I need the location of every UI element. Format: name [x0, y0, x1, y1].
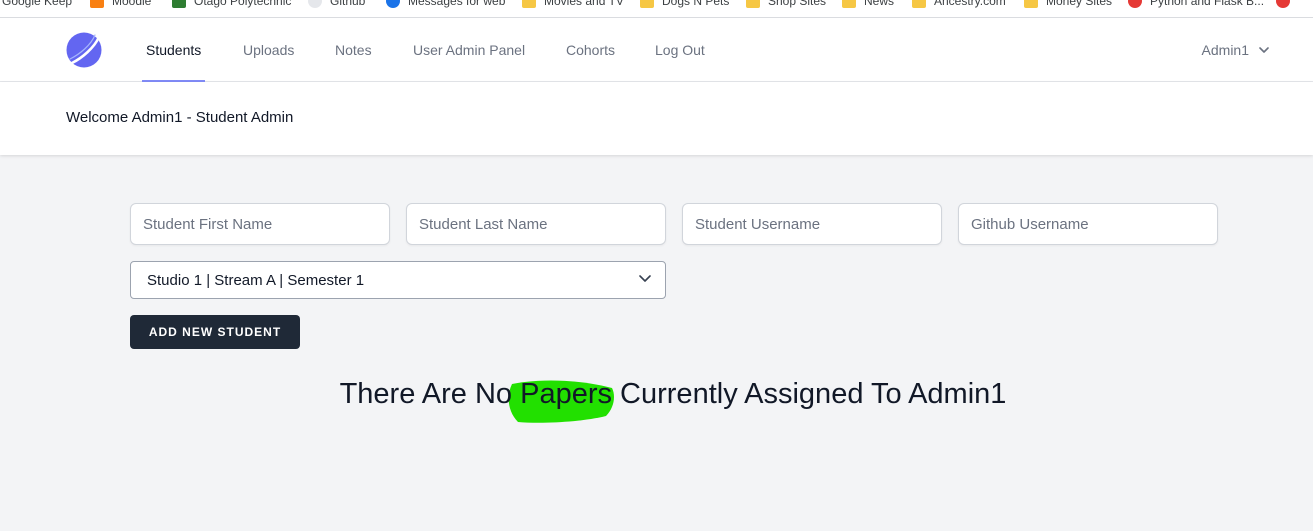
- no-papers-message: There Are No Papers Currently Assigned T…: [339, 378, 1007, 410]
- bookmark-label: Moodle: [112, 0, 152, 8]
- bookmark-folder-ancestry[interactable]: Ancestry.com: [912, 0, 1006, 9]
- bookmark-label: Money Sites: [1046, 0, 1113, 8]
- page-header: Welcome Admin1 - Student Admin: [0, 82, 1313, 155]
- bookmark-label: Ancestry.com: [934, 0, 1006, 8]
- bookmark-python-flask[interactable]: Python and Flask B...: [1128, 0, 1264, 9]
- bookmark-label: Otago Polytechnic: [194, 0, 292, 8]
- chevron-down-icon: [1259, 47, 1269, 53]
- bookmarks-bar: Google Keep Moodle Otago Polytechnic Git…: [0, 0, 1313, 18]
- bookmark-folder-movies[interactable]: Movies and TV: [522, 0, 624, 9]
- otago-icon: [172, 0, 186, 8]
- bookmark-label: Shop Sites: [768, 0, 827, 8]
- username-input[interactable]: [682, 203, 942, 245]
- cohort-select[interactable]: Studio 1 | Stream A | Semester 1: [130, 261, 666, 299]
- top-navbar: Students Uploads Notes User Admin Panel …: [0, 18, 1313, 82]
- bookmark-label: News: [864, 0, 895, 8]
- last-name-input[interactable]: [406, 203, 666, 245]
- github-username-input[interactable]: [958, 203, 1218, 245]
- folder-icon: [1024, 0, 1038, 8]
- bookmark-folder-shop[interactable]: Shop Sites: [746, 0, 826, 9]
- moodle-icon: [90, 0, 104, 8]
- nav-log-out[interactable]: Log Out: [655, 18, 705, 82]
- page-title: Welcome Admin1 - Student Admin: [66, 109, 294, 126]
- first-name-input[interactable]: [130, 203, 390, 245]
- nav-cohorts[interactable]: Cohorts: [566, 18, 615, 82]
- bookmark-icon: [1276, 0, 1290, 8]
- folder-icon: [522, 0, 536, 8]
- bookmark-label: Dogs N Pets: [662, 0, 730, 8]
- github-icon: [308, 0, 322, 8]
- folder-icon: [842, 0, 856, 8]
- bookmark-moodle[interactable]: Moodle: [90, 0, 151, 9]
- folder-icon: [640, 0, 654, 8]
- chevron-down-icon: [639, 275, 651, 282]
- bookmark-google-keep[interactable]: Google Keep: [2, 0, 72, 9]
- nav-students[interactable]: Students: [141, 18, 206, 82]
- bookmark-messages[interactable]: Messages for web: [386, 0, 505, 9]
- bookmark-folder-money[interactable]: Money Sites: [1024, 0, 1112, 9]
- nav-user-admin-panel[interactable]: User Admin Panel: [413, 18, 525, 82]
- bookmark-folder-dogs[interactable]: Dogs N Pets: [640, 0, 729, 9]
- user-menu[interactable]: Admin1: [1202, 18, 1269, 82]
- folder-icon: [912, 0, 926, 8]
- nav-uploads[interactable]: Uploads: [243, 18, 294, 82]
- messages-icon: [386, 0, 400, 8]
- bookmark-label: Movies and TV: [544, 0, 624, 8]
- bookmark-label: Messages for web: [408, 0, 506, 8]
- nav-notes[interactable]: Notes: [335, 18, 372, 82]
- user-name: Admin1: [1201, 42, 1249, 58]
- bookmark-label: Github: [330, 0, 366, 8]
- flask-icon: [1128, 0, 1142, 8]
- bookmark-github[interactable]: Github: [308, 0, 365, 9]
- bookmark-otago-polytechnic[interactable]: Otago Polytechnic: [172, 0, 291, 9]
- folder-icon: [746, 0, 760, 8]
- app-logo-icon[interactable]: [66, 32, 102, 68]
- bookmark-label: Python and Flask B...: [1150, 0, 1265, 8]
- bookmark-overflow[interactable]: [1276, 0, 1298, 9]
- add-new-student-button[interactable]: ADD NEW STUDENT: [130, 315, 300, 349]
- cohort-selected-value: Studio 1 | Stream A | Semester 1: [147, 271, 365, 289]
- bookmark-folder-news[interactable]: News: [842, 0, 894, 9]
- bookmark-label: Google Keep: [2, 0, 73, 8]
